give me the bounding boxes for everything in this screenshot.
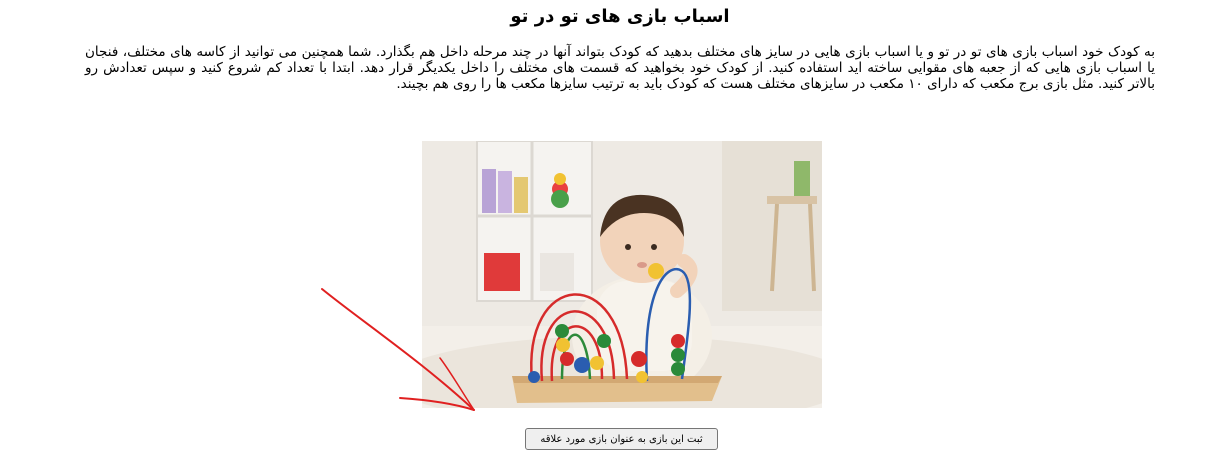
article-content: اسباب بازی های تو در تو به کودک خود اسبا… <box>85 0 1155 93</box>
photo-illustration <box>422 141 822 408</box>
save-as-favorite-game-button[interactable]: ثبت این بازی به عنوان بازی مورد علاقه <box>525 428 718 450</box>
article-paragraph: به کودک خود اسباب بازی های تو در تو و یا… <box>85 44 1155 92</box>
page-title: اسباب بازی های تو در تو <box>510 6 730 27</box>
baby-playing-with-bead-maze-photo <box>422 141 822 408</box>
